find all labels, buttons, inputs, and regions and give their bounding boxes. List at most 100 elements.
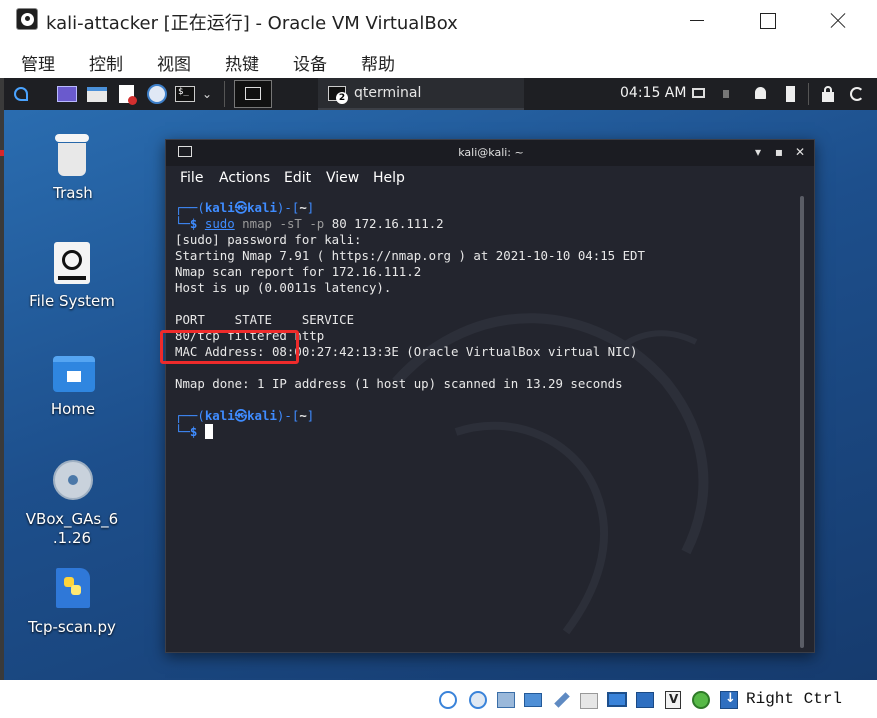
cmd-flag: -sT xyxy=(279,216,302,231)
mouse-integration-icon[interactable] xyxy=(690,689,712,711)
network-icon[interactable] xyxy=(522,689,544,711)
prompt-host: kali xyxy=(247,408,277,423)
shared-folders-icon[interactable] xyxy=(578,689,600,711)
prompt-frame: ] xyxy=(306,200,315,215)
terminal-menu-file[interactable]: File xyxy=(180,170,203,186)
terminal-title: kali@kali: ~ xyxy=(458,146,524,159)
terminal-launcher-icon[interactable] xyxy=(174,83,196,105)
usb-icon[interactable] xyxy=(550,689,572,711)
terminal-maximize-button[interactable]: ▪ xyxy=(771,144,787,160)
recording-icon[interactable] xyxy=(634,689,656,711)
active-prompt[interactable]: └─$ xyxy=(175,424,213,440)
drive-icon xyxy=(54,242,90,284)
close-button[interactable] xyxy=(814,6,860,36)
battery-icon[interactable] xyxy=(782,86,798,102)
prompt-frame: └─ xyxy=(175,216,190,231)
vbox-titlebar: kali-attacker [正在运行] - Oracle VM Virtual… xyxy=(0,0,877,42)
python-file-icon xyxy=(56,568,90,608)
desktop-icon-filesystem[interactable]: File System xyxy=(12,242,132,312)
panel-clock[interactable]: 04:15 AM xyxy=(620,85,686,101)
menu-devices[interactable]: 设备 xyxy=(293,50,327,75)
notification-bell-icon[interactable] xyxy=(752,86,768,102)
display-icon[interactable] xyxy=(691,86,707,102)
terminal-menu-view[interactable]: View xyxy=(326,170,359,186)
chevron-down-icon[interactable]: ⌄ xyxy=(200,83,214,105)
prompt-line-1: ┌──(kali㉿kali)-[~] xyxy=(175,200,314,216)
output-line: Host is up (0.0011s latency). xyxy=(175,280,392,295)
home-folder-icon xyxy=(53,356,95,392)
highlight-box xyxy=(160,330,299,364)
cmd-arg: 172.16.111.2 xyxy=(354,216,444,231)
terminal-minimize-button[interactable]: ▾ xyxy=(750,144,766,160)
text-editor-icon[interactable] xyxy=(116,83,138,105)
menu-control[interactable]: 控制 xyxy=(89,50,123,75)
prompt-at: ㉿ xyxy=(234,408,248,423)
volume-icon[interactable] xyxy=(721,86,737,102)
terminal-output[interactable]: ┌──(kali㉿kali)-[~] └─$ sudo nmap -sT -p … xyxy=(166,192,802,652)
keyboard-capture-icon[interactable] xyxy=(718,689,740,711)
prompt-frame: ┌──( xyxy=(175,200,205,215)
output-line: Nmap done: 1 IP address (1 host up) scan… xyxy=(175,376,623,391)
terminal-menu-actions[interactable]: Actions xyxy=(219,170,270,186)
terminal-scrollbar[interactable] xyxy=(800,196,804,648)
terminal-titlebar[interactable]: kali@kali: ~ ▾ ▪ ✕ xyxy=(166,140,814,166)
prompt-at: ㉿ xyxy=(234,200,248,215)
menu-help[interactable]: 帮助 xyxy=(361,50,395,75)
kali-dragon-watermark xyxy=(392,313,709,635)
display-icon[interactable] xyxy=(606,689,628,711)
cmd-arg: 80 xyxy=(331,216,347,231)
terminal-menu-help[interactable]: Help xyxy=(373,170,405,186)
menu-hotkeys[interactable]: 热键 xyxy=(225,50,259,75)
kali-menu-icon[interactable] xyxy=(10,83,32,105)
desktop-icon-label: Tcp-scan.py xyxy=(28,618,116,636)
workspace-switcher[interactable] xyxy=(234,80,272,108)
logout-icon[interactable] xyxy=(849,86,865,102)
virtualization-icon[interactable] xyxy=(662,689,684,711)
desktop-icon-label-line2: .1.26 xyxy=(52,529,92,547)
output-line: PORT STATE SERVICE xyxy=(175,312,355,327)
command-line: └─$ sudo nmap -sT -p 80 172.16.111.2 xyxy=(175,216,444,232)
panel-separator xyxy=(224,81,225,107)
show-desktop-icon[interactable] xyxy=(56,83,78,105)
terminal-window[interactable]: kali@kali: ~ ▾ ▪ ✕ File Actions Edit Vie… xyxy=(165,139,815,653)
panel-separator xyxy=(808,83,809,105)
window-count-badge: 2 xyxy=(336,92,348,104)
desktop-icon-tcp-scan[interactable]: Tcp-scan.py xyxy=(12,568,132,638)
cmd-flag: -p xyxy=(309,216,325,231)
output-line: Nmap scan report for 172.16.111.2 xyxy=(175,264,422,279)
desktop-icon-label: File System xyxy=(29,292,115,310)
prompt-line-2: ┌──(kali㉿kali)-[~] xyxy=(175,408,314,424)
terminal-menu-edit[interactable]: Edit xyxy=(284,170,311,186)
optical-drive-icon[interactable] xyxy=(467,689,489,711)
guest-display[interactable]: ⌄ 2 qterminal 04:15 AM Trash File System… xyxy=(4,78,877,680)
cmd-nmap: nmap xyxy=(242,216,273,231)
terminal-close-button[interactable]: ✕ xyxy=(792,144,808,160)
cmd-sudo: sudo xyxy=(204,216,235,231)
desktop-icon-label: VBox_GAs_6 xyxy=(25,510,119,528)
menu-view[interactable]: 视图 xyxy=(157,50,191,75)
web-browser-icon[interactable] xyxy=(146,83,168,105)
desktop-icon-label: Home xyxy=(50,400,96,418)
prompt-dir: ~ xyxy=(299,408,307,423)
desktop-icon-vbox-gas[interactable]: VBox_GAs_6 .1.26 xyxy=(12,460,132,550)
prompt-user: kali xyxy=(204,200,235,215)
prompt-user: kali xyxy=(204,408,235,423)
prompt-frame: └─ xyxy=(175,424,190,439)
terminal-menubar: File Actions Edit View Help xyxy=(166,166,814,192)
hard-disk-icon[interactable] xyxy=(437,689,459,711)
prompt-dollar: $ xyxy=(189,424,198,439)
taskbar-qterminal[interactable]: 2 qterminal xyxy=(318,78,524,110)
menu-manage[interactable]: 管理 xyxy=(21,50,55,75)
maximize-button[interactable] xyxy=(744,6,790,36)
desktop-icon-trash[interactable]: Trash xyxy=(13,134,133,204)
prompt-frame: ┌──( xyxy=(175,408,205,423)
prompt-host: kali xyxy=(247,200,277,215)
lock-icon[interactable] xyxy=(820,86,836,102)
minimize-button[interactable] xyxy=(674,6,720,36)
file-manager-icon[interactable] xyxy=(86,83,108,105)
prompt-frame: )-[ xyxy=(276,408,300,423)
kali-panel: ⌄ 2 qterminal 04:15 AM xyxy=(4,78,877,110)
audio-icon[interactable] xyxy=(495,689,517,711)
desktop-icon-home[interactable]: Home xyxy=(13,356,133,426)
window-title: kali-attacker [正在运行] - Oracle VM Virtual… xyxy=(46,13,458,34)
